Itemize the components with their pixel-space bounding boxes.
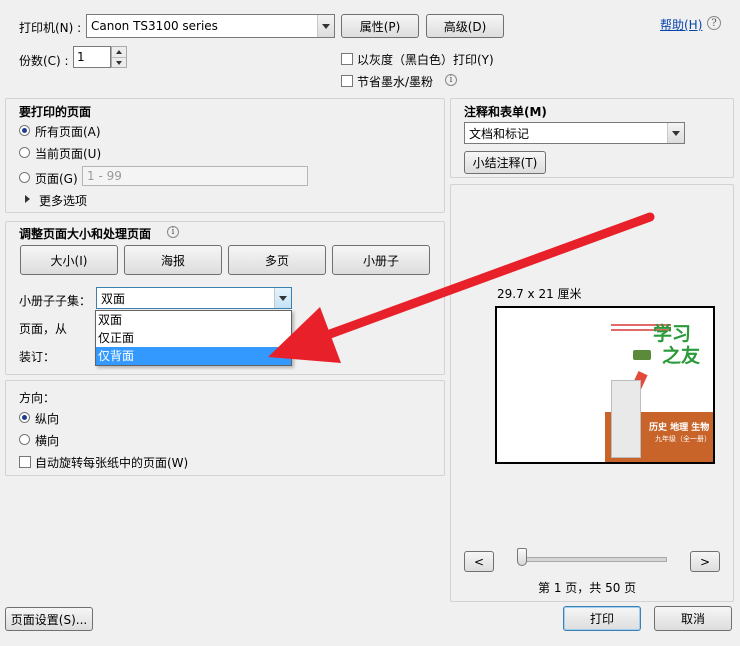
annotation-arrow-head [268, 307, 341, 363]
annotation-arrow-shaft [325, 212, 655, 339]
annotation-arrow [268, 212, 655, 363]
